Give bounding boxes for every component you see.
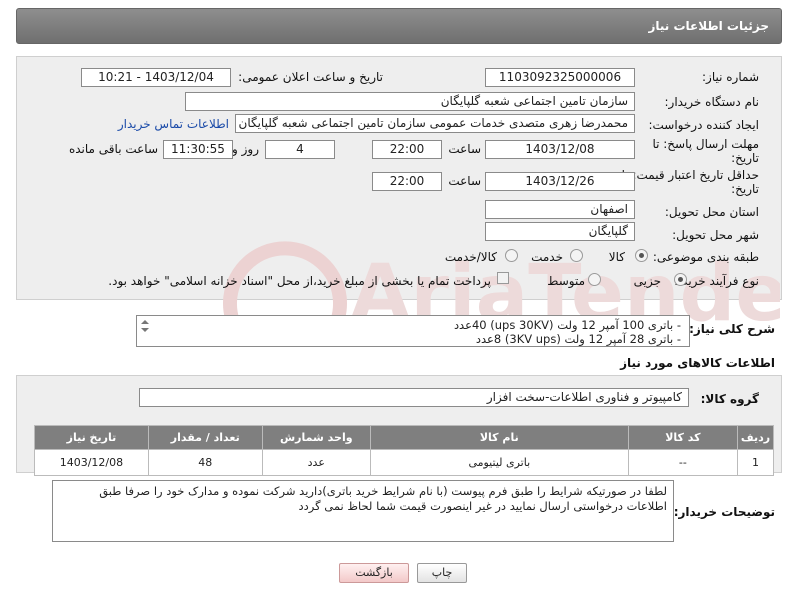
- process-radio-medium[interactable]: [588, 273, 601, 286]
- buyer-org-field: سازمان تامین اجتماعی شعبه گلپایگان: [185, 92, 635, 111]
- cell-code: --: [627, 449, 739, 476]
- goods-group-field: کامپیوتر و فناوری اطلاعات-سخت افزار: [139, 388, 689, 407]
- cell-unit: عدد: [261, 449, 371, 476]
- province-label: استان محل تحویل:: [664, 205, 759, 219]
- description-line: - باتری 28 آمپر 12 ولت (3KV ups) 8عدد: [475, 332, 681, 346]
- goods-table: ردیف کد کالا نام کالا واحد شمارش تعداد /…: [34, 425, 774, 476]
- category-option-goods: کالا: [608, 250, 625, 264]
- reply-time-label: ساعت: [448, 142, 481, 156]
- city-label: شهر محل تحویل:: [672, 228, 759, 242]
- buyer-notes-box: لطفا در صورتیکه شرایط را طبق فرم پیوست (…: [52, 480, 674, 542]
- page-header: جزئیات اطلاعات نیاز: [16, 8, 782, 44]
- col-code: کد کالا: [627, 425, 739, 450]
- treasury-payment-checkbox[interactable]: [497, 272, 509, 284]
- goods-section-title: اطلاعات کالاهای مورد نیاز: [620, 356, 775, 370]
- col-row: ردیف: [737, 425, 774, 450]
- scroll-arrows-icon: [141, 320, 149, 332]
- print-button[interactable]: چاپ: [417, 563, 467, 583]
- price-validity-label-1: حداقل تاریخ اعتبار قیمت: تا: [621, 168, 759, 182]
- cell-date: 1403/12/08: [34, 449, 149, 476]
- textarea-scrollbar[interactable]: [139, 317, 151, 345]
- buyer-contact-link[interactable]: اطلاعات تماس خریدار: [118, 117, 229, 131]
- reply-days-field: 4: [265, 140, 335, 159]
- remaining-time-field: 11:30:55: [163, 140, 233, 159]
- treasury-payment-note: پرداخت تمام یا بخشی از مبلغ خرید،از محل …: [108, 274, 491, 288]
- col-name: نام کالا: [369, 425, 629, 450]
- reply-deadline-label-2: تاریخ:: [731, 151, 759, 165]
- remaining-time-label: ساعت باقی مانده: [68, 142, 158, 156]
- announce-date-label: تاریخ و ساعت اعلان عمومی:: [238, 70, 383, 84]
- category-option-goods-service: کالا/خدمت: [444, 250, 497, 264]
- reply-deadline-label-1: مهلت ارسال پاسخ: تا: [652, 137, 759, 151]
- province-field: اصفهان: [485, 200, 635, 219]
- description-label: شرح کلی نیاز:: [689, 322, 775, 336]
- col-date: تاریخ نیاز: [34, 425, 149, 450]
- price-validity-date-field: 1403/12/26: [485, 172, 635, 191]
- reply-time-field: 22:00: [372, 140, 442, 159]
- page-title: جزئیات اطلاعات نیاز: [648, 19, 769, 33]
- goods-table-header: ردیف کد کالا نام کالا واحد شمارش تعداد /…: [34, 425, 774, 450]
- process-option-medium: متوسط: [547, 274, 585, 288]
- category-option-service: خدمت: [531, 250, 563, 264]
- process-label: نوع فرآیند خرید :: [674, 274, 759, 288]
- buyer-notes-label: توضیحات خریدار:: [673, 505, 775, 519]
- price-validity-label-2: تاریخ:: [731, 182, 759, 196]
- buyer-notes-text: لطفا در صورتیکه شرایط را طبق فرم پیوست (…: [99, 484, 667, 513]
- category-radio-service[interactable]: [570, 249, 583, 262]
- requester-field: محمدرضا زهری متصدی خدمات عمومی سازمان تا…: [235, 114, 635, 133]
- cell-qty: 48: [147, 449, 263, 476]
- category-radio-goods[interactable]: [635, 249, 648, 262]
- city-field: گلپایگان: [485, 222, 635, 241]
- announce-date-field: 1403/12/04 - 10:21: [81, 68, 231, 87]
- need-number-label: شماره نیاز:: [702, 70, 759, 84]
- category-radio-goods-service[interactable]: [505, 249, 518, 262]
- cell-row: 1: [737, 449, 774, 476]
- buyer-org-label: نام دستگاه خریدار:: [664, 95, 760, 109]
- process-option-minor: جزیی: [633, 274, 661, 288]
- back-button[interactable]: بازگشت: [339, 563, 409, 583]
- process-radio-minor[interactable]: [674, 273, 687, 286]
- category-label: طبقه بندی موضوعی:: [652, 250, 759, 264]
- cell-name: باتری لیتیومی: [369, 449, 629, 476]
- goods-group-label: گروه کالا:: [700, 392, 759, 406]
- description-textarea[interactable]: - باتری 100 آمپر 12 ولت (ups 30KV) 40عدد…: [136, 315, 690, 347]
- col-qty: تعداد / مقدار: [147, 425, 263, 450]
- price-validity-time-field: 22:00: [372, 172, 442, 191]
- reply-date-field: 1403/12/08: [485, 140, 635, 159]
- col-unit: واحد شمارش: [261, 425, 371, 450]
- description-line: - باتری 100 آمپر 12 ولت (ups 30KV) 40عدد: [453, 318, 681, 332]
- price-validity-time-label: ساعت: [448, 174, 481, 188]
- reply-days-label: روز و: [232, 142, 259, 156]
- requester-label: ایجاد کننده درخواست:: [648, 118, 759, 132]
- need-number-field: 1103092325000006: [485, 68, 635, 87]
- table-row[interactable]: 1 -- باتری لیتیومی عدد 48 1403/12/08: [34, 449, 774, 476]
